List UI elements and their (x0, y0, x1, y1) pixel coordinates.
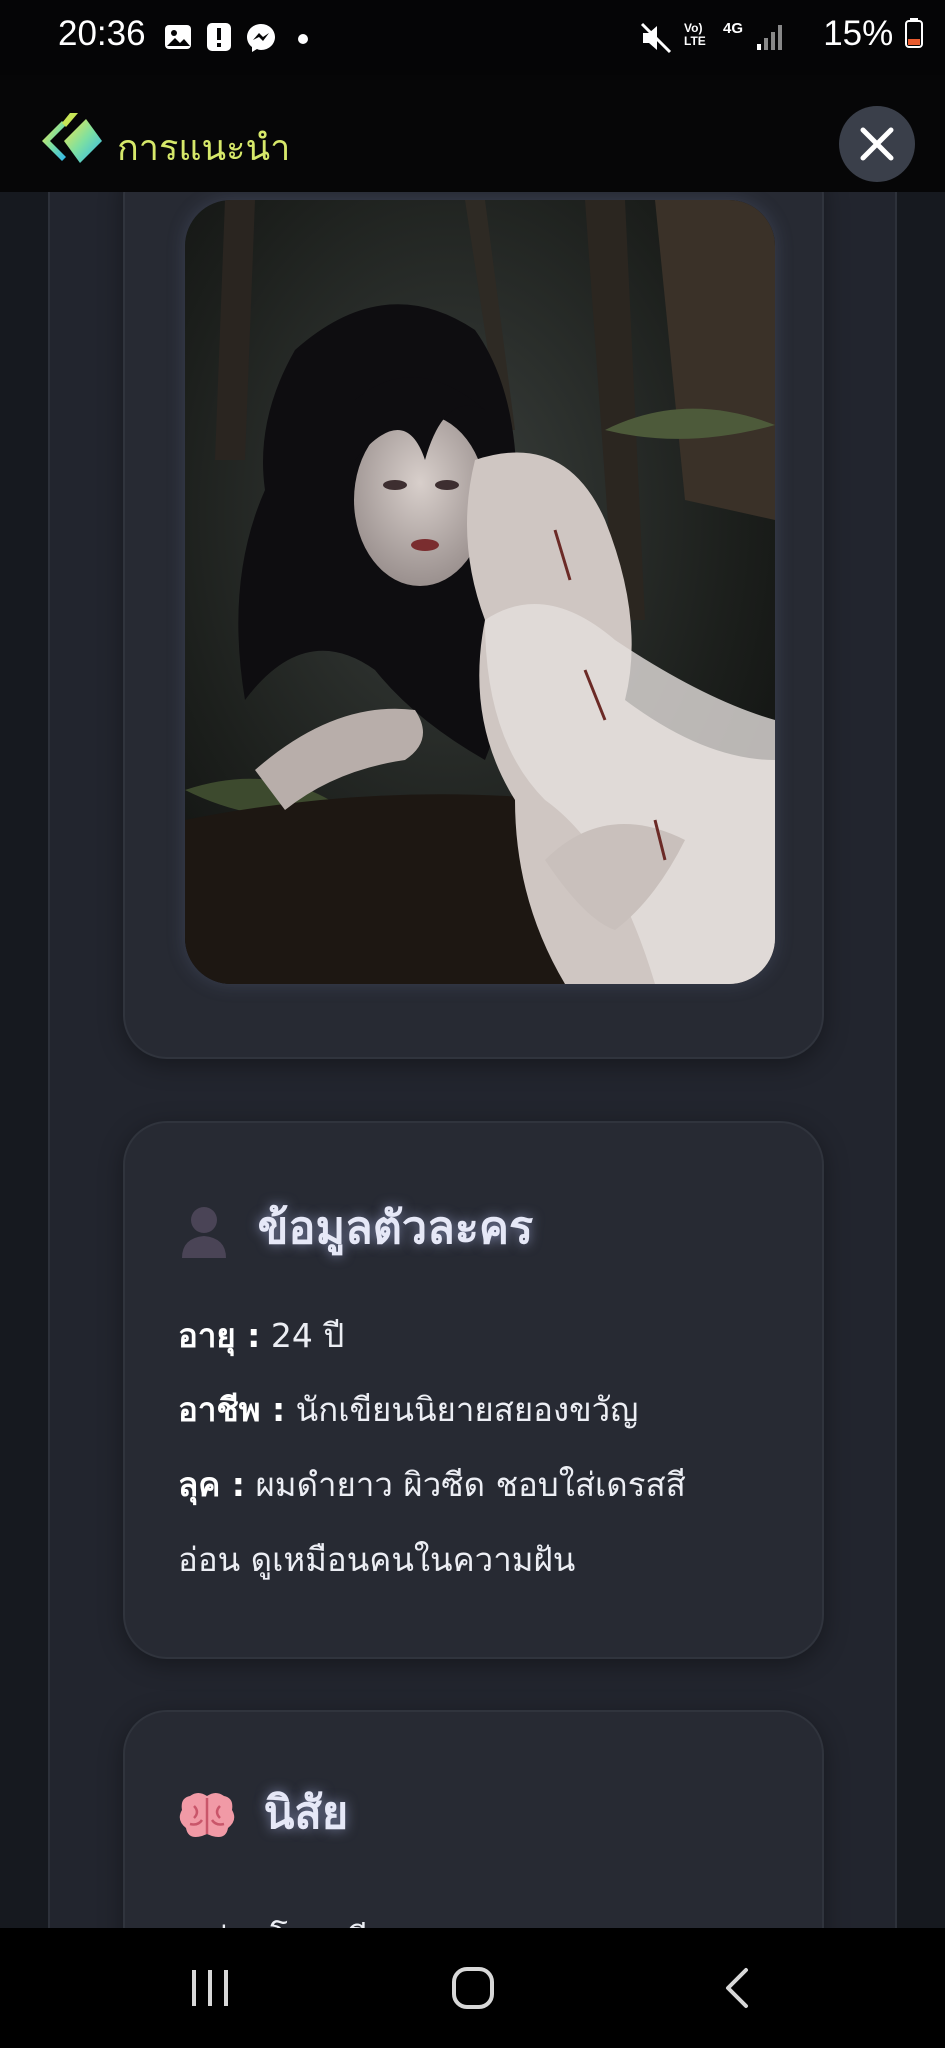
look-value-line-1: ผมดำยาว ผิวซีด ชอบใส่เดรสสี (244, 1465, 686, 1504)
character-info-title: ข้อมูลตัวละคร (257, 1201, 534, 1254)
brain-icon (179, 1793, 235, 1837)
battery-percent: 15% (823, 14, 923, 54)
app-header: การแนะนำ (0, 75, 945, 192)
age-row: อายุ : 24 ปี (178, 1309, 344, 1362)
messenger-icon (247, 24, 275, 52)
gallery-icon (165, 25, 191, 49)
occupation-value: นักเขียนนิยายสยองขวัญ (285, 1390, 639, 1429)
app-logo-icon (42, 113, 102, 163)
page-title: การแนะนำ (117, 128, 291, 169)
portrait-illustration (185, 200, 775, 984)
status-bar: 20:36 Vo) LTE 4G 15% (0, 0, 945, 75)
personality-heading: นิสัย (178, 1776, 348, 1848)
personality-title: นิสัย (263, 1786, 349, 1839)
character-image-card (123, 192, 824, 1059)
close-button[interactable] (839, 106, 915, 182)
alert-icon (207, 23, 231, 51)
status-time: 20:36 (58, 14, 146, 53)
home-icon[interactable] (451, 1966, 495, 2010)
personality-item: • อ่อนโยน เงียบๆ (178, 1912, 426, 1928)
dot-icon (298, 34, 308, 44)
person-icon (182, 1207, 226, 1258)
recent-apps-icon[interactable] (188, 1968, 232, 2008)
system-nav-bar (0, 1928, 945, 2048)
character-info-card: ข้อมูลตัวละคร อายุ : 24 ปี อาชีพ : นักเข… (123, 1121, 824, 1659)
signal-icon (757, 25, 782, 50)
age-value: 24 ปี (260, 1316, 345, 1355)
volte-icon: Vo) LTE (684, 21, 706, 48)
close-icon (860, 127, 894, 161)
back-icon[interactable] (722, 1966, 752, 2010)
character-portrait[interactable] (185, 200, 775, 984)
look-label: ลุค : (178, 1465, 245, 1504)
right-rail (895, 192, 945, 1928)
mute-icon (640, 22, 672, 54)
look-row: ลุค : ผมดำยาว ผิวซีด ชอบใส่เดรสสี (178, 1458, 686, 1511)
character-info-heading: ข้อมูลตัวละคร (178, 1191, 533, 1263)
look-value-line-2: อ่อน ดูเหมือนคนในความฝัน (178, 1540, 576, 1579)
personality-card: นิสัย • อ่อนโยน เงียบๆ (123, 1710, 824, 1928)
occupation-row: อาชีพ : นักเขียนนิยายสยองขวัญ (178, 1383, 638, 1436)
occupation-label: อาชีพ : (178, 1390, 286, 1429)
battery-icon (905, 18, 923, 48)
4g-icon: 4G (723, 20, 744, 37)
age-label: อายุ : (178, 1316, 261, 1355)
left-rail (0, 192, 50, 1928)
content-scroll-area[interactable]: ข้อมูลตัวละคร อายุ : 24 ปี อาชีพ : นักเข… (0, 192, 945, 1928)
